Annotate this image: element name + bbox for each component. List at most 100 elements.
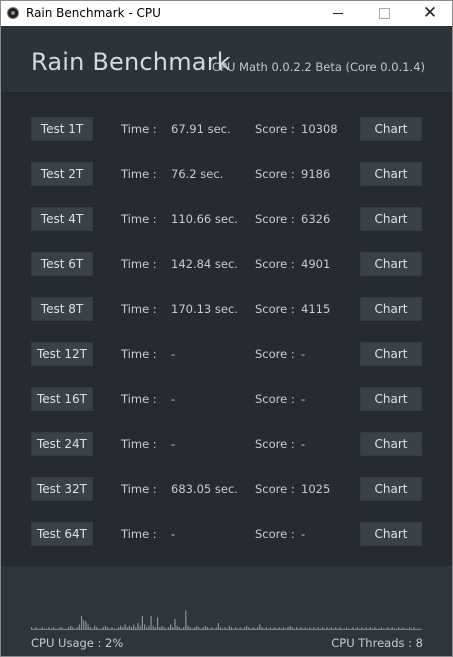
usage-bar xyxy=(282,627,285,630)
usage-bar xyxy=(298,628,300,630)
usage-bar xyxy=(248,627,250,630)
usage-bar xyxy=(387,627,389,630)
chart-button[interactable]: Chart xyxy=(360,297,422,321)
usage-bar xyxy=(104,625,107,630)
usage-bar xyxy=(180,628,183,630)
usage-bar xyxy=(369,627,372,630)
chart-button[interactable]: Chart xyxy=(360,207,422,231)
usage-bar xyxy=(332,628,335,630)
usage-bar xyxy=(280,628,282,630)
usage-bar xyxy=(96,627,98,630)
usage-bar xyxy=(330,627,332,630)
usage-bar xyxy=(33,628,35,630)
usage-bar xyxy=(246,625,248,630)
usage-bar xyxy=(309,627,311,630)
usage-bar xyxy=(65,628,67,630)
chart-button[interactable]: Chart xyxy=(360,162,422,186)
time-value: - xyxy=(171,347,176,361)
usage-bar xyxy=(237,628,239,630)
usage-bar xyxy=(100,628,102,630)
usage-bar xyxy=(380,627,382,630)
score-label: Score : xyxy=(255,257,295,271)
usage-bar xyxy=(139,625,141,630)
cpu-usage-label: CPU Usage : 2% xyxy=(31,636,124,650)
usage-bar xyxy=(230,627,233,630)
chart-button[interactable]: Chart xyxy=(360,387,422,411)
usage-bar xyxy=(274,627,276,630)
usage-bar xyxy=(406,628,408,630)
usage-bar xyxy=(143,624,146,630)
usage-bar xyxy=(191,628,193,630)
usage-bar xyxy=(126,627,128,630)
test-row: Test 16T Time : - Score : - Chart xyxy=(1,387,452,411)
usage-bar xyxy=(233,628,235,630)
usage-bar xyxy=(54,628,57,630)
usage-bar xyxy=(128,625,130,630)
usage-bar xyxy=(339,627,341,630)
score-label: Score : xyxy=(255,482,295,496)
usage-bar xyxy=(133,624,135,630)
usage-bar xyxy=(350,628,352,630)
run-test-button[interactable]: Test 1T xyxy=(31,117,93,141)
usage-bar xyxy=(187,625,189,630)
chart-button[interactable]: Chart xyxy=(360,342,422,366)
score-value: - xyxy=(301,392,306,406)
usage-bar xyxy=(50,628,52,630)
title-bar[interactable]: Rain Benchmark - CPU ✕ xyxy=(1,1,452,26)
run-test-button[interactable]: Test 64T xyxy=(31,522,93,546)
usage-bar xyxy=(78,624,80,630)
time-label: Time : xyxy=(121,392,157,406)
usage-bar xyxy=(363,628,365,630)
usage-bar xyxy=(317,627,319,630)
usage-bar xyxy=(209,628,211,630)
usage-bar xyxy=(376,628,378,630)
score-label: Score : xyxy=(255,437,295,451)
close-button[interactable]: ✕ xyxy=(407,1,452,26)
score-label: Score : xyxy=(255,212,295,226)
usage-bar xyxy=(415,628,417,630)
usage-bar xyxy=(311,628,313,630)
usage-bar xyxy=(85,621,87,630)
run-test-button[interactable]: Test 24T xyxy=(31,432,93,456)
run-test-button[interactable]: Test 8T xyxy=(31,297,93,321)
time-label: Time : xyxy=(121,122,157,136)
usage-bar xyxy=(176,625,178,630)
usage-bar xyxy=(250,628,252,630)
test-row: Test 6T Time : 142.84 sec. Score : 4901 Chart xyxy=(1,252,452,276)
run-test-button[interactable]: Test 12T xyxy=(31,342,93,366)
usage-bar xyxy=(44,628,46,630)
chart-button[interactable]: Chart xyxy=(360,252,422,276)
usage-bar xyxy=(111,627,113,630)
chart-button[interactable]: Chart xyxy=(360,477,422,501)
usage-bar xyxy=(324,628,326,630)
run-test-button[interactable]: Test 6T xyxy=(31,252,93,276)
usage-bar xyxy=(31,627,33,630)
usage-bar xyxy=(259,624,261,630)
usage-bar xyxy=(226,628,228,630)
maximize-button[interactable] xyxy=(361,1,407,26)
run-test-button[interactable]: Test 2T xyxy=(31,162,93,186)
usage-bar xyxy=(361,627,363,630)
usage-bar xyxy=(61,627,63,630)
run-test-button[interactable]: Test 32T xyxy=(31,477,93,501)
time-value: 67.91 sec. xyxy=(171,122,231,136)
usage-bar xyxy=(83,620,85,630)
usage-bar xyxy=(263,628,265,630)
usage-bar xyxy=(372,628,374,630)
test-row: Test 1T Time : 67.91 sec. Score : 10308 Chart xyxy=(1,117,452,141)
test-row: Test 12T Time : - Score : - Chart xyxy=(1,342,452,366)
usage-bar xyxy=(335,627,337,630)
chart-button[interactable]: Chart xyxy=(360,117,422,141)
usage-bar xyxy=(196,625,198,630)
usage-bar xyxy=(109,628,111,630)
usage-bar xyxy=(137,623,139,630)
chart-button[interactable]: Chart xyxy=(360,432,422,456)
usage-bar xyxy=(367,628,369,630)
usage-bar xyxy=(306,628,309,630)
chart-button[interactable]: Chart xyxy=(360,522,422,546)
usage-bar xyxy=(120,625,122,630)
run-test-button[interactable]: Test 4T xyxy=(31,207,93,231)
run-test-button[interactable]: Test 16T xyxy=(31,387,93,411)
usage-bar xyxy=(278,627,280,630)
minimize-button[interactable] xyxy=(315,1,361,26)
